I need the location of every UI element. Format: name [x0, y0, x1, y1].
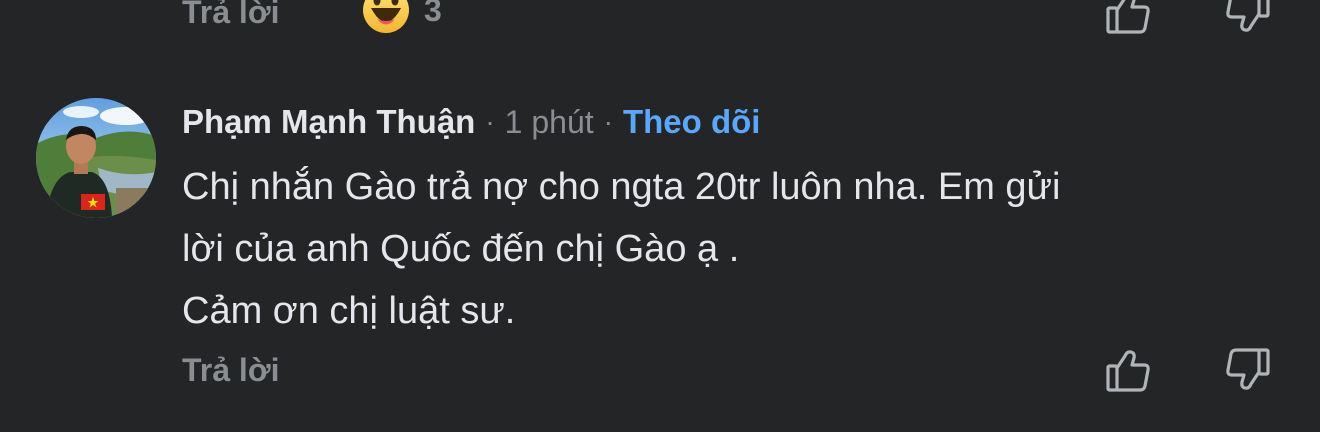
- reaction-count: 3: [424, 0, 442, 28]
- reaction-summary[interactable]: 3: [362, 0, 442, 34]
- comment-line: Cảm ơn chị luật sư.: [182, 290, 516, 332]
- separator-dot: ·: [603, 106, 613, 137]
- follow-button[interactable]: Theo dõi: [623, 103, 760, 141]
- comment-line: Chị nhắn Gào trả nợ cho ngta 20tr luôn n…: [182, 166, 1061, 208]
- avatar[interactable]: [36, 98, 156, 218]
- comment-thread: Trả lời 3 Phạm Mạnh Thuận · 1 phút · The…: [0, 0, 1320, 432]
- thumbs-down-icon[interactable]: [1224, 0, 1272, 36]
- haha-emoji-icon: [363, 0, 409, 33]
- comment-header: Phạm Mạnh Thuận · 1 phút · Theo dõi: [182, 100, 760, 144]
- timestamp: 1 phút: [504, 103, 594, 140]
- reply-button[interactable]: Trả lời: [182, 352, 279, 389]
- thumbs-up-icon[interactable]: [1104, 346, 1152, 394]
- previous-comment-actions: Trả lời 3: [0, 0, 1320, 34]
- comment-text: Chị nhắn Gào trả nợ cho ngta 20tr luôn n…: [182, 156, 1262, 342]
- reply-button[interactable]: Trả lời: [182, 0, 279, 31]
- thumbs-down-icon[interactable]: [1224, 346, 1272, 394]
- thumbs-up-icon[interactable]: [1104, 0, 1152, 36]
- comment-line: lời của anh Quốc đến chị Gào ạ .: [182, 228, 740, 270]
- author-name[interactable]: Phạm Mạnh Thuận: [182, 103, 475, 141]
- separator-dot: ·: [485, 106, 495, 137]
